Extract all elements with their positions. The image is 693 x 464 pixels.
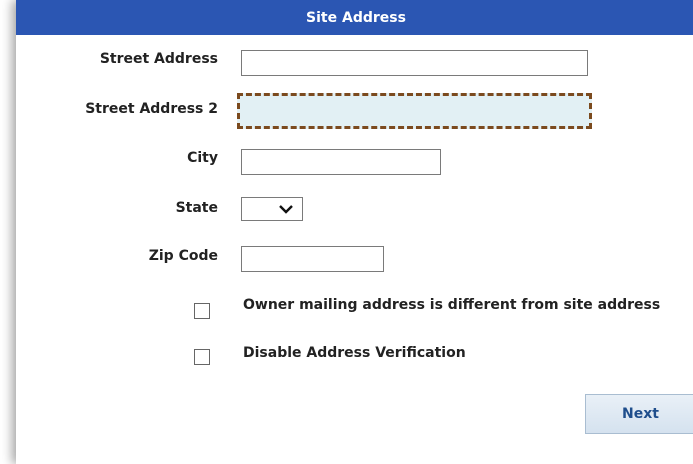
dialog-title: Site Address bbox=[306, 10, 406, 26]
next-button[interactable]: Next bbox=[585, 394, 693, 434]
street-address-2-input[interactable] bbox=[237, 93, 592, 129]
state-label: State bbox=[175, 200, 218, 216]
owner-mailing-different-label: Owner mailing address is different from … bbox=[243, 297, 661, 313]
city-input[interactable] bbox=[241, 149, 441, 175]
zip-code-label: Zip Code bbox=[148, 248, 218, 264]
owner-mailing-different-checkbox[interactable] bbox=[194, 303, 210, 319]
street-address-input[interactable] bbox=[241, 50, 588, 76]
city-label: City bbox=[187, 150, 218, 166]
state-select[interactable] bbox=[241, 197, 303, 221]
disable-verification-checkbox[interactable] bbox=[194, 349, 210, 365]
street-address-2-label: Street Address 2 bbox=[85, 101, 218, 117]
zip-code-input[interactable] bbox=[241, 246, 384, 272]
street-address-label: Street Address bbox=[99, 51, 218, 67]
chevron-down-icon bbox=[279, 205, 293, 214]
disable-verification-label: Disable Address Verification bbox=[243, 345, 466, 361]
